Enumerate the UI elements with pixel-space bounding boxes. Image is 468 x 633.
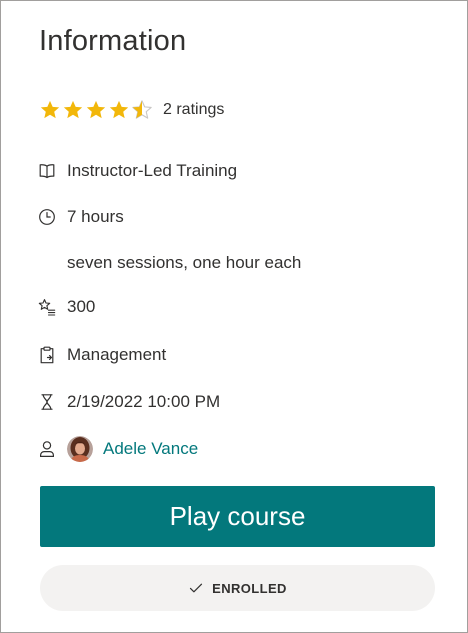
- format-row: Instructor-Led Training: [37, 159, 237, 183]
- book-icon: [39, 164, 55, 179]
- duration-row: 7 hours: [37, 205, 124, 229]
- star-icon: [63, 100, 83, 119]
- rating: 2 ratings: [39, 97, 224, 123]
- checkmark-icon: [190, 583, 203, 593]
- rating-count: 2 ratings: [163, 101, 225, 118]
- star-icon: [109, 100, 129, 119]
- category-text: Management: [67, 345, 167, 364]
- level-row: 300: [37, 295, 95, 319]
- star-icon: [86, 100, 106, 119]
- level-text: 300: [67, 297, 96, 316]
- person-icon: [40, 441, 54, 457]
- clock-icon: [39, 209, 55, 225]
- date-row: 2/19/2022 10:00 PM: [37, 390, 220, 414]
- duration-text: 7 hours: [67, 207, 124, 226]
- author-row: Adele Vance: [37, 436, 198, 462]
- enrolled-label: ENROLLED: [212, 580, 287, 596]
- play-course-button[interactable]: Play course: [40, 486, 435, 547]
- star-icon: [40, 100, 60, 119]
- star-list-icon: [38, 299, 56, 316]
- avatar: [67, 436, 93, 462]
- panel-title: Information: [39, 25, 187, 57]
- category-row: Management: [37, 343, 166, 367]
- author-link[interactable]: Adele Vance: [103, 439, 198, 459]
- clipboard-icon: [40, 346, 54, 364]
- format-text: Instructor-Led Training: [67, 161, 238, 180]
- hourglass-icon: [41, 394, 53, 410]
- date-text: 2/19/2022 10:00 PM: [67, 392, 221, 411]
- enrolled-status: ENROLLED: [40, 565, 435, 611]
- duration-note-row: seven sessions, one hour each: [37, 251, 301, 275]
- duration-note-text: seven sessions, one hour each: [67, 253, 302, 272]
- half-star-icon: [132, 100, 152, 119]
- information-panel: Information 2 ratings Instructor-Led Tra…: [0, 0, 468, 633]
- rating-stars: [39, 99, 154, 121]
